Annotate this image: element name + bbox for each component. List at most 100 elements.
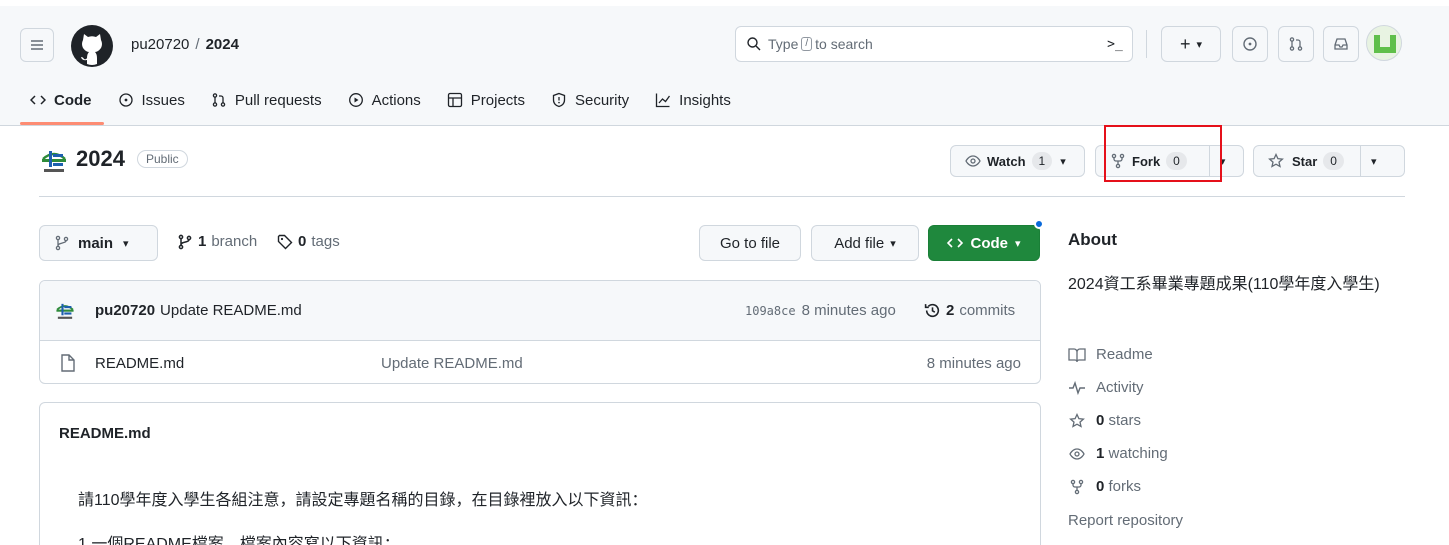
search-input[interactable]: Type / to search xyxy=(735,26,1133,62)
user-avatar[interactable] xyxy=(1366,25,1402,61)
go-to-file-label: Go to file xyxy=(719,234,781,252)
command-palette-button[interactable]: >_ xyxy=(1097,28,1133,60)
tab-issues-label: Issues xyxy=(141,91,185,109)
watching-count: 1 xyxy=(1096,445,1105,462)
stars-text: 0 stars xyxy=(1096,412,1141,429)
tab-projects-label: Projects xyxy=(470,91,525,109)
add-file-button[interactable]: Add file ▾ xyxy=(811,225,919,261)
star-label: Star xyxy=(1292,153,1318,169)
issue-icon xyxy=(1243,37,1257,51)
star-dropdown-divider xyxy=(1359,146,1361,176)
search-icon xyxy=(747,37,761,51)
forks-text: 0 forks xyxy=(1096,478,1141,495)
commits-link[interactable]: 2 commits xyxy=(924,302,1015,319)
tab-code[interactable]: Code xyxy=(30,84,92,116)
commit-author[interactable]: pu20720 xyxy=(95,302,155,319)
forks-link[interactable]: 0 forks xyxy=(1068,478,1141,495)
add-file-label: Add file xyxy=(834,234,885,252)
go-to-file-button[interactable]: Go to file xyxy=(699,225,801,261)
chevron-down-icon: ▾ xyxy=(890,237,896,250)
branch-count: 1 xyxy=(198,233,207,250)
latest-commit-info: pu20720 Update README.md xyxy=(95,302,302,319)
branches-link[interactable]: 1 branch xyxy=(177,233,257,250)
tab-issues[interactable]: Issues xyxy=(118,84,185,116)
stars-link[interactable]: 0 stars xyxy=(1068,412,1141,429)
star-button[interactable]: Star 0 ▾ xyxy=(1253,145,1405,177)
issues-button[interactable] xyxy=(1232,26,1268,62)
tags-link[interactable]: 0 tags xyxy=(277,233,340,250)
repo-forked-icon xyxy=(1070,479,1084,494)
eye-icon xyxy=(965,155,981,167)
repo-header-divider xyxy=(39,196,1405,197)
tab-insights[interactable]: Insights xyxy=(655,84,731,116)
watch-label: Watch xyxy=(987,153,1026,169)
activity-link[interactable]: Activity xyxy=(1068,379,1144,396)
report-repository-link[interactable]: Report repository xyxy=(1068,512,1183,529)
pull-request-icon xyxy=(1289,37,1303,51)
breadcrumb: pu20720 / 2024 xyxy=(131,36,239,53)
branch-word: branch xyxy=(211,233,258,250)
breadcrumb-repo[interactable]: 2024 xyxy=(206,36,239,53)
chevron-down-icon[interactable]: ▾ xyxy=(1371,155,1377,168)
fork-highlight-box xyxy=(1104,125,1222,182)
commit-meta: 109a8ce 8 minutes ago xyxy=(745,302,896,319)
pull-request-icon xyxy=(212,93,226,107)
code-button[interactable]: Code ▾ xyxy=(928,225,1040,261)
inbox-button[interactable] xyxy=(1323,26,1359,62)
department-logo-icon xyxy=(56,303,74,319)
watch-count: 1 xyxy=(1031,152,1053,170)
branch-select-button[interactable]: main ▾ xyxy=(39,225,158,261)
commit-time: 8 minutes ago xyxy=(801,302,896,319)
repo-title[interactable]: 2024 xyxy=(76,146,125,172)
github-octocat-icon xyxy=(71,25,113,67)
header-divider xyxy=(1146,30,1147,58)
commit-author-avatar xyxy=(53,301,77,321)
file-commit-message[interactable]: Update README.md xyxy=(381,355,523,372)
commit-message[interactable]: Update README.md xyxy=(160,302,302,319)
issue-icon xyxy=(118,93,133,107)
watch-button[interactable]: Watch 1 ▾ xyxy=(950,145,1085,177)
pull-requests-button[interactable] xyxy=(1278,26,1314,62)
stars-count: 0 xyxy=(1096,412,1105,429)
breadcrumb-separator: / xyxy=(195,36,200,53)
github-logo[interactable] xyxy=(69,23,115,69)
tab-security-label: Security xyxy=(574,91,630,109)
file-name[interactable]: README.md xyxy=(95,355,184,372)
tab-projects[interactable]: Projects xyxy=(447,84,525,116)
tab-code-label: Code xyxy=(54,91,92,109)
commit-count: 2 xyxy=(946,302,955,319)
readme-title[interactable]: README.md xyxy=(59,425,151,442)
history-icon xyxy=(924,303,940,318)
tab-security[interactable]: Security xyxy=(551,84,629,116)
notification-dot xyxy=(1034,219,1044,229)
table-icon xyxy=(447,92,462,108)
readme-line-2: 1.一個README檔案，檔案內容寫以下資訊： xyxy=(78,536,400,545)
search-placeholder-suffix: to search xyxy=(815,36,873,52)
about-heading: About xyxy=(1068,230,1118,249)
repo-owner-avatar xyxy=(39,147,69,175)
repo-nav-tabs: Code Issues Pull requests Actions Projec… xyxy=(30,84,757,120)
header-top-strip xyxy=(0,0,1449,6)
eye-icon xyxy=(1069,447,1085,460)
watching-link[interactable]: 1 watching xyxy=(1068,445,1168,462)
commit-sha[interactable]: 109a8ce xyxy=(745,304,796,318)
search-shortcut-key: / xyxy=(801,37,813,51)
tab-pull-requests[interactable]: Pull requests xyxy=(211,84,322,116)
code-button-label: Code xyxy=(970,234,1008,252)
activity-link-label: Activity xyxy=(1096,379,1144,396)
menu-button[interactable] xyxy=(20,28,54,62)
chevron-down-icon: ▾ xyxy=(123,237,129,250)
tab-insights-label: Insights xyxy=(679,91,731,109)
tab-actions[interactable]: Actions xyxy=(348,84,421,116)
readme-box: README.md 請110學年度入學生各組注意，請設定專題名稱的目錄，在目錄裡… xyxy=(39,402,1041,545)
breadcrumb-owner[interactable]: pu20720 xyxy=(131,36,189,53)
stars-word: stars xyxy=(1108,412,1142,429)
tag-count: 0 xyxy=(298,233,307,250)
readme-link[interactable]: Readme xyxy=(1068,346,1153,363)
chevron-down-icon: ▾ xyxy=(1014,237,1021,250)
file-row[interactable]: README.md Update README.md 8 minutes ago xyxy=(40,342,1040,383)
create-new-button[interactable]: + ▾ xyxy=(1161,26,1221,62)
forks-count: 0 xyxy=(1096,478,1105,495)
commit-word: commits xyxy=(959,302,1016,319)
tag-word: tags xyxy=(311,233,340,250)
